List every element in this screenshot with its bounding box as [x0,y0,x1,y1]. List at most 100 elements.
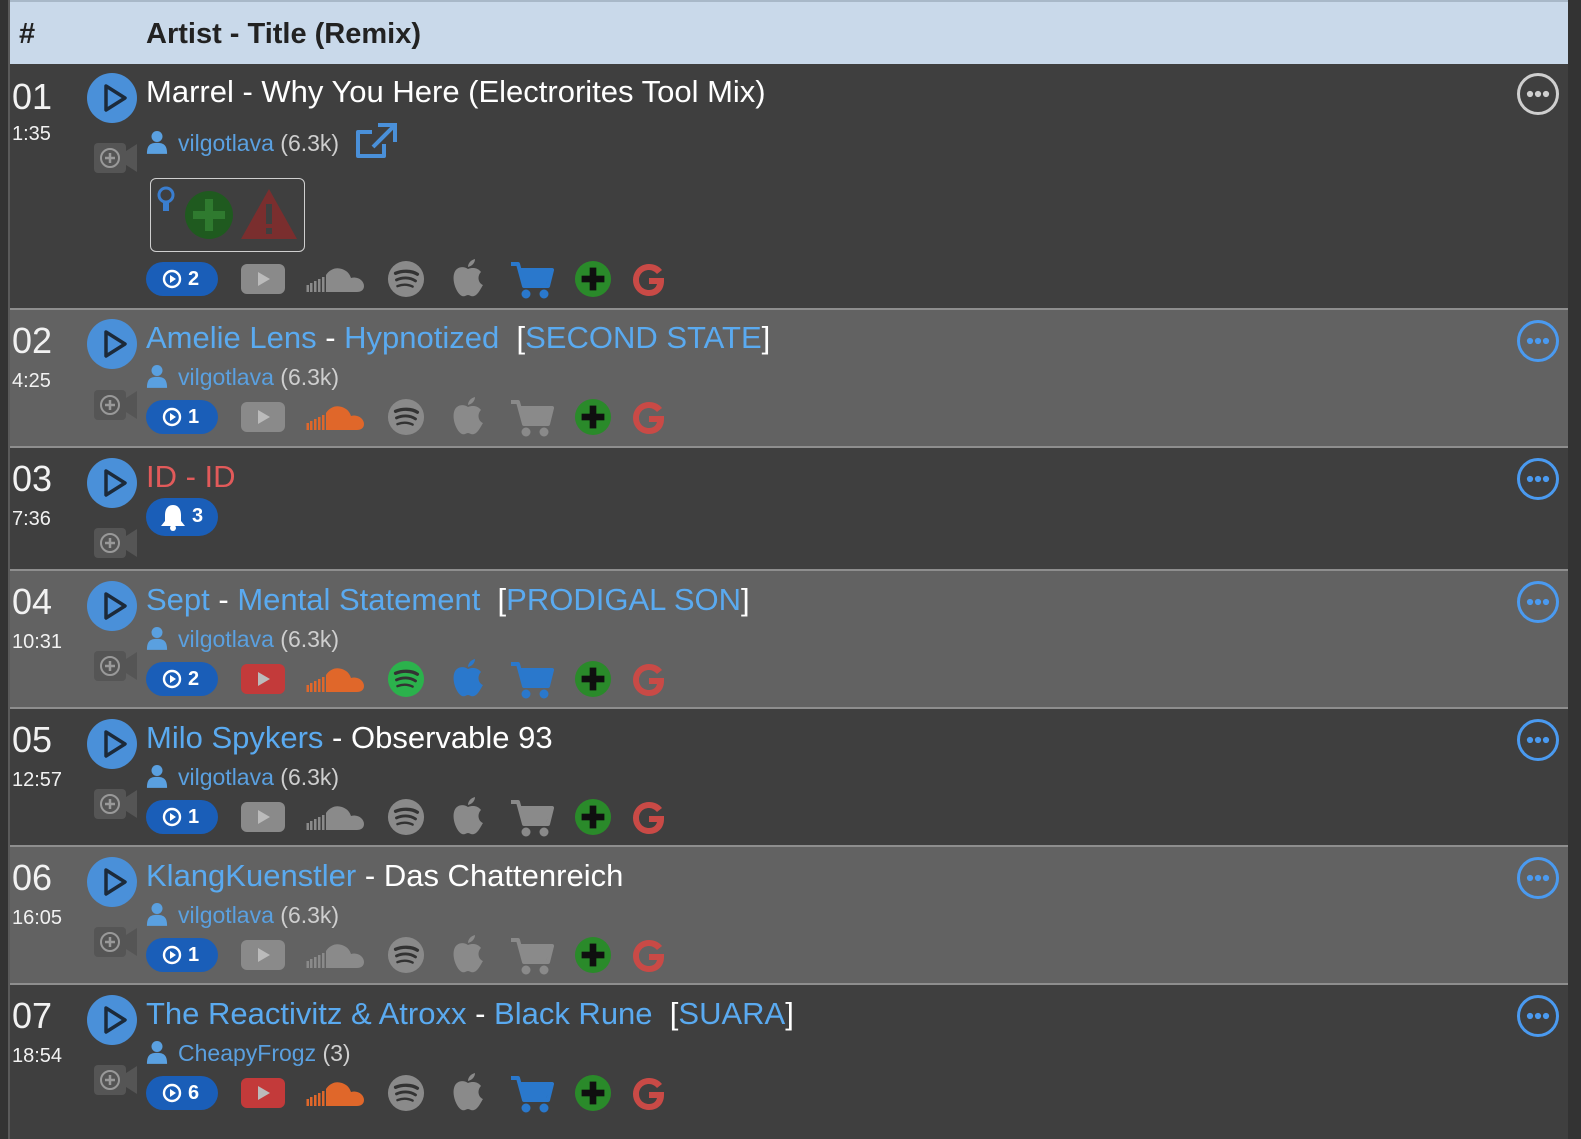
beatport-plus-icon[interactable] [574,660,612,698]
beatport-plus-icon[interactable] [574,936,612,974]
youtube-icon[interactable] [240,1077,286,1109]
play-count-badge[interactable]: 2 [146,662,218,696]
label-link[interactable]: PRODIGAL SON [506,582,741,617]
add-video-icon[interactable] [92,787,138,821]
label-bracket-close: ] [741,582,750,617]
more-icon[interactable] [1516,718,1560,762]
artist-link[interactable]: KlangKuenstler [146,858,356,893]
play-button[interactable] [87,857,137,907]
more-icon[interactable] [1516,994,1560,1038]
artist-link[interactable]: The Reactivitz & Atroxx [146,996,466,1031]
track-submitter: vilgotlava (6.3k) [146,902,339,929]
add-video-icon[interactable] [92,649,138,683]
username-link[interactable]: vilgotlava [178,764,274,790]
google-icon[interactable] [629,936,669,976]
artist-link[interactable]: Sept [146,582,210,617]
notify-badge[interactable]: 3 [146,498,218,536]
youtube-icon[interactable] [240,663,286,695]
beatport-plus-icon[interactable] [574,798,612,836]
more-icon[interactable] [1516,72,1560,116]
song-link[interactable]: Mental Statement [237,582,480,617]
artist-link[interactable]: Milo Spykers [146,720,323,755]
cart-icon[interactable] [510,398,554,438]
user-icon [146,1040,168,1064]
play-button[interactable] [87,319,137,369]
cart-icon[interactable] [510,798,554,838]
more-icon[interactable] [1516,319,1560,363]
add-video-icon[interactable] [92,526,138,560]
play-count-badge[interactable]: 1 [146,400,218,434]
play-button[interactable] [87,581,137,631]
username-link[interactable]: vilgotlava [178,902,274,928]
cart-icon[interactable] [510,936,554,976]
play-count-badge[interactable]: 1 [146,800,218,834]
label-link[interactable]: SUARA [678,996,785,1031]
spotify-icon[interactable] [387,798,425,836]
more-icon[interactable] [1516,856,1560,900]
more-icon[interactable] [1516,457,1560,501]
user-count: (6.3k) [280,364,340,390]
apple-icon[interactable] [450,1072,486,1112]
google-icon[interactable] [629,260,669,300]
apple-icon[interactable] [450,796,486,836]
beatport-plus-icon[interactable] [574,260,612,298]
apple-icon[interactable] [450,934,486,974]
label-link[interactable]: SECOND STATE [525,320,762,355]
apple-icon[interactable] [450,396,486,436]
add-video-icon[interactable] [92,925,138,959]
play-count-badge[interactable]: 6 [146,1076,218,1110]
spotify-icon[interactable] [387,260,425,298]
apple-icon[interactable] [450,258,486,298]
play-button[interactable] [87,995,137,1045]
bell-icon [161,505,185,531]
external-link-icon[interactable] [354,122,398,162]
spotify-icon[interactable] [387,936,425,974]
apple-icon[interactable] [450,658,486,698]
soundcloud-icon[interactable] [306,1079,366,1107]
soundcloud-icon[interactable] [306,265,366,293]
soundcloud-icon[interactable] [306,803,366,831]
google-icon[interactable] [629,398,669,438]
add-plus-icon[interactable] [183,189,235,241]
cart-icon[interactable] [510,260,554,300]
beatport-plus-icon[interactable] [574,398,612,436]
username-link[interactable]: vilgotlava [178,130,274,156]
song-link[interactable]: Black Rune [494,996,653,1031]
warning-icon[interactable] [239,187,299,241]
username-link[interactable]: vilgotlava [178,626,274,652]
play-count-badge[interactable]: 2 [146,262,218,296]
spotify-icon[interactable] [387,660,425,698]
youtube-icon[interactable] [240,801,286,833]
cart-icon[interactable] [510,660,554,700]
soundcloud-icon[interactable] [306,665,366,693]
cart-icon[interactable] [510,1074,554,1114]
label-bracket-close: ] [761,320,771,355]
username-link[interactable]: CheapyFrogz [178,1040,316,1066]
song-link[interactable]: Hypnotized [344,320,499,355]
play-button[interactable] [87,719,137,769]
artist-link[interactable]: Amelie Lens [146,320,317,355]
google-icon[interactable] [629,798,669,838]
add-video-icon[interactable] [92,1063,138,1097]
badge-play-icon [162,669,182,689]
soundcloud-icon[interactable] [306,941,366,969]
beatport-plus-icon[interactable] [574,1074,612,1112]
header-number: # [19,18,36,50]
youtube-icon[interactable] [240,263,286,295]
lightbulb-icon[interactable] [157,185,175,215]
track-number: 07 [12,995,53,1036]
play-count-badge[interactable]: 1 [146,938,218,972]
more-icon[interactable] [1516,580,1560,624]
soundcloud-icon[interactable] [306,403,366,431]
youtube-icon[interactable] [240,939,286,971]
google-icon[interactable] [629,1074,669,1114]
add-video-icon[interactable] [92,388,138,422]
youtube-icon[interactable] [240,401,286,433]
play-button[interactable] [87,73,137,123]
add-video-icon[interactable] [92,141,138,175]
spotify-icon[interactable] [387,398,425,436]
google-icon[interactable] [629,660,669,700]
spotify-icon[interactable] [387,1074,425,1112]
play-button[interactable] [87,458,137,508]
username-link[interactable]: vilgotlava [178,364,274,390]
